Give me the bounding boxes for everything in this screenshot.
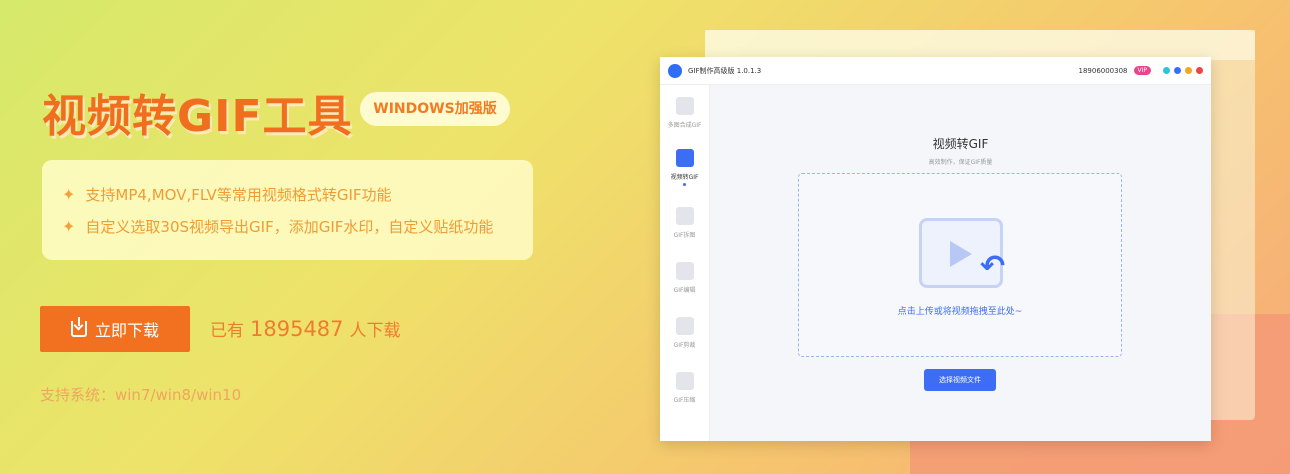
drop-zone[interactable]: ↶ 点击上传或将视频拖拽至此处~ xyxy=(798,173,1122,357)
service-icon[interactable] xyxy=(1163,67,1170,74)
sidebar-label: 视频转GIF xyxy=(670,174,699,181)
app-logo-icon xyxy=(668,63,682,78)
main-subtitle: 高效制作，保证GIF质量 xyxy=(928,159,993,166)
sidebar-item-gif-compress[interactable]: GIF压缩 xyxy=(660,360,709,415)
image-icon xyxy=(675,96,694,115)
close-icon[interactable] xyxy=(1196,67,1203,74)
sidebar-label: GIF剪裁 xyxy=(673,341,696,349)
sidebar: 多图合成GIF 视频转GIF GIF拆图 GIF编辑 GIF剪裁 GIF压缩 xyxy=(660,85,710,441)
menu-icon[interactable] xyxy=(1174,67,1181,74)
sidebar-item-gif-split[interactable]: GIF拆图 xyxy=(660,195,709,250)
sidebar-label: GIF拆图 xyxy=(673,231,696,239)
download-label: 立即下载 xyxy=(94,321,159,340)
user-phone: 18906000308 xyxy=(1078,66,1128,75)
sidebar-label: GIF编辑 xyxy=(673,286,696,294)
edition-badge: WINDOWS加强版 xyxy=(360,92,510,126)
app-window: GIF制作高级版 1.0.1.3 18906000308 VIP 多图合成GIF… xyxy=(660,57,1211,441)
main-panel: 视频转GIF 高效制作，保证GIF质量 ↶ 点击上传或将视频拖拽至此处~ 选择视… xyxy=(710,85,1211,441)
sidebar-item-multi-image[interactable]: 多图合成GIF xyxy=(660,85,709,140)
upload-arrow-icon: ↶ xyxy=(980,249,1006,284)
hero-title: 视频转GIF工具 xyxy=(42,91,353,142)
os-support: 支持系统：win7/win8/win10 xyxy=(40,386,242,404)
feature-item: ✦ 支持MP4,MOV,FLV等常用视频格式转GIF功能 xyxy=(62,178,513,210)
sidebar-label: GIF压缩 xyxy=(673,396,696,404)
sparkle-icon: ✦ xyxy=(62,216,76,236)
active-indicator xyxy=(683,183,686,186)
sidebar-item-video-to-gif[interactable]: 视频转GIF xyxy=(660,140,709,195)
sparkle-icon: ✦ xyxy=(62,184,76,204)
edit-icon xyxy=(675,261,694,280)
download-count: 已有 1895487 人下载 xyxy=(210,316,401,341)
compress-icon xyxy=(675,371,694,390)
crop-icon xyxy=(675,316,694,335)
download-button[interactable]: 立即下载 xyxy=(40,306,190,352)
count-value: 1895487 xyxy=(250,317,344,341)
drop-hint: 点击上传或将视频拖拽至此处~ xyxy=(897,307,1023,317)
vip-badge: VIP xyxy=(1133,66,1151,75)
minimize-icon[interactable] xyxy=(1185,67,1192,74)
sidebar-item-gif-edit[interactable]: GIF编辑 xyxy=(660,250,709,305)
count-prefix: 已有 xyxy=(210,321,244,341)
video-upload-icon: ↶ xyxy=(919,218,1006,288)
feature-text: 自定义选取30S视频导出GIF，添加GIF水印，自定义贴纸功能 xyxy=(85,217,494,236)
split-icon xyxy=(675,206,694,225)
app-title: GIF制作高级版 1.0.1.3 xyxy=(688,66,762,75)
video-icon xyxy=(675,149,694,167)
title-bar: GIF制作高级版 1.0.1.3 18906000308 VIP xyxy=(660,57,1211,85)
feature-item: ✦ 自定义选取30S视频导出GIF，添加GIF水印，自定义贴纸功能 xyxy=(62,210,513,242)
feature-list: ✦ 支持MP4,MOV,FLV等常用视频格式转GIF功能 ✦ 自定义选取30S视… xyxy=(42,160,533,260)
choose-video-button[interactable]: 选择视频文件 xyxy=(924,369,996,391)
feature-text: 支持MP4,MOV,FLV等常用视频格式转GIF功能 xyxy=(85,185,392,204)
sidebar-label: 多图合成GIF xyxy=(667,121,702,129)
download-icon xyxy=(70,317,87,337)
play-icon xyxy=(950,241,972,267)
main-title: 视频转GIF xyxy=(932,137,989,151)
count-suffix: 人下载 xyxy=(349,321,401,341)
sidebar-item-gif-crop[interactable]: GIF剪裁 xyxy=(660,305,709,360)
